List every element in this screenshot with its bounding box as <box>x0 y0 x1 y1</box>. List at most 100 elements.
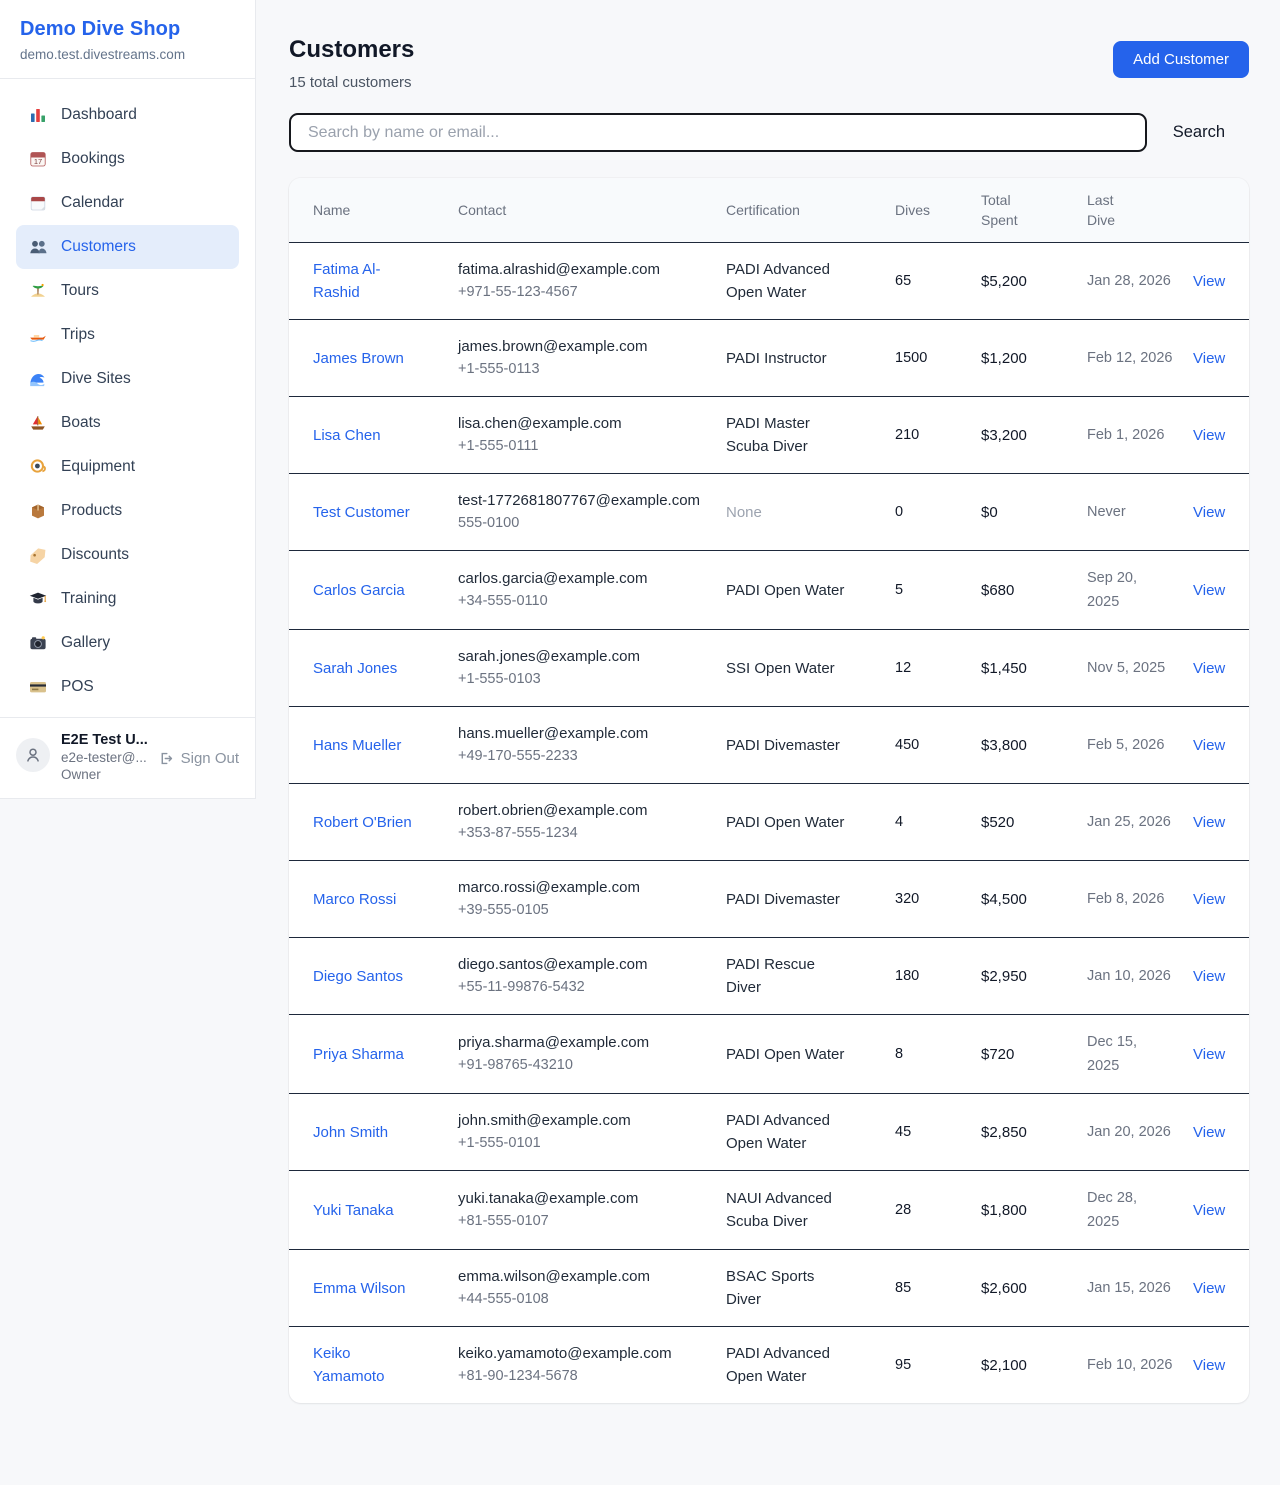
tag-icon <box>28 545 48 565</box>
customer-dives: 45 <box>895 1124 911 1140</box>
view-customer-link[interactable]: View <box>1193 350 1225 367</box>
sidebar-item-dashboard[interactable]: Dashboard <box>16 93 239 137</box>
view-customer-link[interactable]: View <box>1193 891 1225 908</box>
view-customer-link[interactable]: View <box>1193 273 1225 290</box>
customer-certification: PADI Advanced Open Water <box>726 1112 830 1152</box>
table-row: Robert O'Brien robert.obrien@example.com… <box>289 784 1249 861</box>
customers-table-card: Name Contact Certification Dives Total S… <box>289 178 1249 1403</box>
customer-email: hans.mueller@example.com <box>458 722 706 745</box>
customers-table: Name Contact Certification Dives Total S… <box>289 178 1249 1403</box>
customer-total-spent: $720 <box>981 1046 1014 1063</box>
customer-certification: None <box>726 504 762 521</box>
sidebar-item-customers[interactable]: Customers <box>16 225 239 269</box>
customer-certification: PADI Instructor <box>726 350 827 367</box>
table-row: Keiko Yamamoto keiko.yamamoto@example.co… <box>289 1327 1249 1404</box>
camera-icon <box>28 633 48 653</box>
customer-total-spent: $0 <box>981 504 998 521</box>
view-customer-link[interactable]: View <box>1193 968 1225 985</box>
column-header-dives: Dives <box>883 178 969 243</box>
customer-total-spent: $520 <box>981 814 1014 831</box>
total-customers-count: 15 total customers <box>289 74 414 91</box>
column-header-certification: Certification <box>714 178 883 243</box>
customer-certification: PADI Advanced Open Water <box>726 261 830 301</box>
customer-email: marco.rossi@example.com <box>458 876 706 899</box>
customer-phone: +81-90-1234-5678 <box>458 1365 706 1388</box>
sidebar-item-tours[interactable]: Tours <box>16 269 239 313</box>
column-header-total-spent: Total Spent <box>969 178 1075 243</box>
people-icon <box>28 237 48 257</box>
customer-email: priya.sharma@example.com <box>458 1031 706 1054</box>
table-row: Sarah Jones sarah.jones@example.com +1-5… <box>289 630 1249 707</box>
sidebar-item-pos[interactable]: POS <box>16 665 239 709</box>
shop-name: Demo Dive Shop <box>20 18 235 41</box>
customer-name-link[interactable]: James Brown <box>313 350 404 367</box>
search-input[interactable] <box>289 113 1147 152</box>
customer-dives: 5 <box>895 582 903 598</box>
customer-name-link[interactable]: Hans Mueller <box>313 737 401 754</box>
customer-name-link[interactable]: Test Customer <box>313 504 410 521</box>
search-button[interactable]: Search <box>1147 123 1249 142</box>
customer-name-link[interactable]: John Smith <box>313 1124 388 1141</box>
customer-total-spent: $680 <box>981 582 1014 599</box>
customer-email: keiko.yamamoto@example.com <box>458 1342 706 1365</box>
customer-total-spent: $2,850 <box>981 1124 1027 1141</box>
view-customer-link[interactable]: View <box>1193 1280 1225 1297</box>
sidebar-item-products[interactable]: Products <box>16 489 239 533</box>
customer-certification: BSAC Sports Diver <box>726 1268 814 1308</box>
view-customer-link[interactable]: View <box>1193 1202 1225 1219</box>
customer-name-link[interactable]: Sarah Jones <box>313 660 397 677</box>
customer-name-link[interactable]: Keiko Yamamoto <box>313 1345 384 1385</box>
sidebar-item-trips[interactable]: Trips <box>16 313 239 357</box>
customer-last-dive: Feb 8, 2026 <box>1087 891 1164 907</box>
sidebar-item-equipment[interactable]: Equipment <box>16 445 239 489</box>
customer-name-link[interactable]: Carlos Garcia <box>313 582 405 599</box>
view-customer-link[interactable]: View <box>1193 582 1225 599</box>
customer-last-dive: Nov 5, 2025 <box>1087 660 1165 676</box>
table-row: Carlos Garcia carlos.garcia@example.com … <box>289 551 1249 630</box>
view-customer-link[interactable]: View <box>1193 504 1225 521</box>
column-header-name: Name <box>289 178 446 243</box>
view-customer-link[interactable]: View <box>1193 814 1225 831</box>
sidebar-item-discounts[interactable]: Discounts <box>16 533 239 577</box>
view-customer-link[interactable]: View <box>1193 737 1225 754</box>
customer-email: test-1772681807767@example.com <box>458 489 706 512</box>
customer-dives: 450 <box>895 737 919 753</box>
sidebar-item-boats[interactable]: Boats <box>16 401 239 445</box>
customer-name-link[interactable]: Emma Wilson <box>313 1280 406 1297</box>
customer-email: john.smith@example.com <box>458 1109 706 1132</box>
customer-name-link[interactable]: Priya Sharma <box>313 1046 404 1063</box>
graduation-cap-icon <box>28 589 48 609</box>
column-header-last-dive: Last Dive <box>1075 178 1181 243</box>
customer-email: yuki.tanaka@example.com <box>458 1187 706 1210</box>
table-row: Hans Mueller hans.mueller@example.com +4… <box>289 707 1249 784</box>
customer-last-dive: Feb 12, 2026 <box>1087 350 1172 366</box>
customer-name-link[interactable]: Lisa Chen <box>313 427 381 444</box>
add-customer-button[interactable]: Add Customer <box>1113 41 1249 78</box>
sidebar-item-dive-sites[interactable]: Dive Sites <box>16 357 239 401</box>
sign-out-button[interactable]: Sign Out <box>157 750 239 767</box>
customer-name-link[interactable]: Yuki Tanaka <box>313 1202 394 1219</box>
customer-total-spent: $2,950 <box>981 968 1027 985</box>
view-customer-link[interactable]: View <box>1193 1124 1225 1141</box>
view-customer-link[interactable]: View <box>1193 1046 1225 1063</box>
sidebar-item-training[interactable]: Training <box>16 577 239 621</box>
customer-name-link[interactable]: Fatima Al-Rashid <box>313 261 381 301</box>
table-row: Lisa Chen lisa.chen@example.com +1-555-0… <box>289 397 1249 474</box>
sidebar-nav: Dashboard 17 Bookings Calendar Customers… <box>0 79 255 717</box>
table-row: John Smith john.smith@example.com +1-555… <box>289 1094 1249 1171</box>
sidebar-item-gallery[interactable]: Gallery <box>16 621 239 665</box>
customer-dives: 4 <box>895 814 903 830</box>
view-customer-link[interactable]: View <box>1193 1357 1225 1374</box>
sidebar-item-bookings[interactable]: 17 Bookings <box>16 137 239 181</box>
speedboat-icon <box>28 325 48 345</box>
sign-out-icon <box>157 750 174 767</box>
customer-last-dive: Feb 5, 2026 <box>1087 737 1164 753</box>
sidebar: Demo Dive Shop demo.test.divestreams.com… <box>0 0 256 799</box>
view-customer-link[interactable]: View <box>1193 427 1225 444</box>
customer-total-spent: $1,200 <box>981 350 1027 367</box>
customer-name-link[interactable]: Robert O'Brien <box>313 814 412 831</box>
view-customer-link[interactable]: View <box>1193 660 1225 677</box>
sidebar-item-calendar[interactable]: Calendar <box>16 181 239 225</box>
customer-name-link[interactable]: Diego Santos <box>313 968 403 985</box>
customer-name-link[interactable]: Marco Rossi <box>313 891 396 908</box>
